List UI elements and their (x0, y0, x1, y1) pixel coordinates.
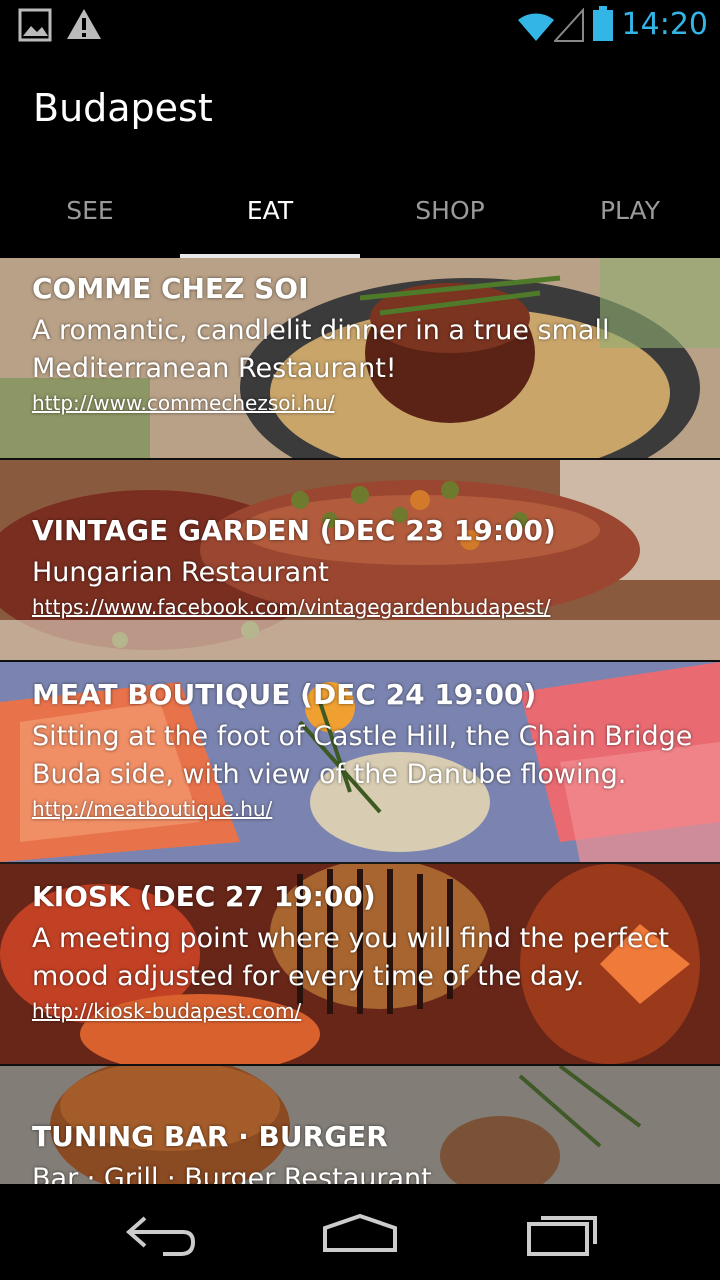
image-notification-icon (18, 8, 52, 42)
navigation-bar (0, 1184, 720, 1280)
battery-icon (593, 6, 613, 41)
card-text: TUNING BAR · BURGER Bar · Grill · Burger… (32, 1120, 720, 1184)
restaurant-list[interactable]: COMME CHEZ SOI A romantic, candlelit din… (0, 258, 720, 1184)
tab-eat[interactable]: EAT (180, 162, 360, 258)
restaurant-name: TUNING BAR · BURGER (32, 1120, 388, 1153)
restaurant-card-kiosk[interactable]: KIOSK (DEC 27 19:00) A meeting point whe… (0, 864, 720, 1066)
restaurant-description: mood adjusted for every time of the day. (32, 961, 585, 992)
restaurant-description: A meeting point where you will find the … (32, 923, 669, 954)
restaurant-description: Sitting at the foot of Castle Hill, the … (32, 721, 693, 752)
restaurant-description: Hungarian Restaurant (32, 557, 329, 588)
restaurant-name: MEAT BOUTIQUE (DEC 24 19:00) (32, 678, 537, 711)
restaurant-name: VINTAGE GARDEN (DEC 23 19:00) (32, 514, 556, 547)
tab-see[interactable]: SEE (0, 162, 180, 258)
restaurant-link[interactable]: https://www.facebook.com/vintagegardenbu… (32, 592, 720, 622)
restaurant-description: A romantic, candlelit dinner in a true s… (32, 315, 610, 346)
clock: 14:20 (621, 7, 708, 42)
action-bar: Budapest (0, 50, 720, 162)
wifi-icon (518, 13, 554, 41)
card-text: KIOSK (DEC 27 19:00) A meeting point whe… (32, 880, 720, 1026)
app-title: Budapest (33, 86, 213, 130)
restaurant-description: Buda side, with view of the Danube flowi… (32, 759, 627, 790)
restaurant-card-tuning-bar[interactable]: TUNING BAR · BURGER Bar · Grill · Burger… (0, 1066, 720, 1184)
card-text: VINTAGE GARDEN (DEC 23 19:00) Hungarian … (32, 514, 720, 622)
signal-icon (554, 8, 584, 42)
warning-icon (67, 9, 101, 39)
tab-play[interactable]: PLAY (540, 162, 720, 258)
recent-apps-icon[interactable] (505, 1204, 615, 1260)
restaurant-link[interactable]: http://www.commechezsoi.hu/ (32, 388, 720, 418)
card-text: COMME CHEZ SOI A romantic, candlelit din… (32, 272, 720, 418)
restaurant-card-meat-boutique[interactable]: MEAT BOUTIQUE (DEC 24 19:00) Sitting at … (0, 662, 720, 864)
tab-bar: SEE EAT SHOP PLAY (0, 162, 720, 258)
restaurant-description: Bar · Grill · Burger Restaurant (32, 1163, 432, 1184)
restaurant-link[interactable]: http://kiosk-budapest.com/ (32, 996, 720, 1026)
card-text: MEAT BOUTIQUE (DEC 24 19:00) Sitting at … (32, 678, 720, 824)
restaurant-name: COMME CHEZ SOI (32, 272, 309, 305)
restaurant-description: Mediterranean Restaurant! (32, 353, 397, 384)
status-bar: 14:20 (0, 0, 720, 50)
restaurant-card-vintage-garden[interactable]: VINTAGE GARDEN (DEC 23 19:00) Hungarian … (0, 460, 720, 662)
back-icon[interactable] (105, 1204, 215, 1260)
restaurant-name: KIOSK (DEC 27 19:00) (32, 880, 376, 913)
home-icon[interactable] (305, 1204, 415, 1260)
restaurant-link[interactable]: http://meatboutique.hu/ (32, 794, 720, 824)
restaurant-card-comme-chez-soi[interactable]: COMME CHEZ SOI A romantic, candlelit din… (0, 258, 720, 460)
tab-shop[interactable]: SHOP (360, 162, 540, 258)
